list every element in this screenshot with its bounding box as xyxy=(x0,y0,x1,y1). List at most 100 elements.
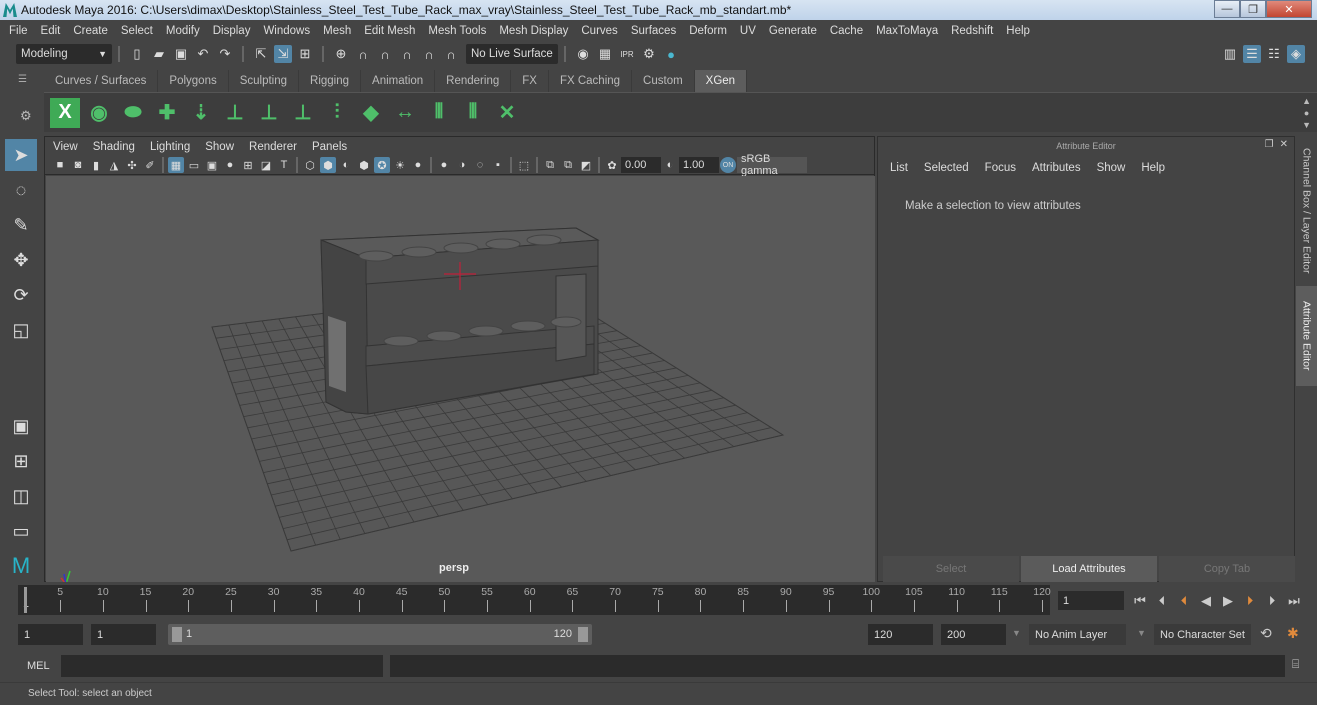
scene-start-field[interactable]: 1 xyxy=(18,624,83,645)
scale-tool-icon[interactable]: ◱ xyxy=(5,314,37,346)
play-forwards-icon[interactable]: ▶ xyxy=(1218,591,1238,610)
mel-label[interactable]: MEL xyxy=(27,660,50,672)
image-plane-icon[interactable]: ◮ xyxy=(106,157,122,173)
film-gate-icon[interactable]: ▭ xyxy=(186,157,202,173)
shelf-tab-rendering[interactable]: Rendering xyxy=(435,70,512,92)
shelf-tab-rigging[interactable]: Rigging xyxy=(299,70,362,92)
menu-curves[interactable]: Curves xyxy=(576,25,625,37)
ae-menu-help[interactable]: Help xyxy=(1141,162,1165,174)
menu-deform[interactable]: Deform xyxy=(684,25,735,37)
shelf-tab-custom[interactable]: Custom xyxy=(632,70,695,92)
range-start-handle[interactable] xyxy=(172,627,182,642)
range-end-handle[interactable] xyxy=(578,627,588,642)
mel-input[interactable] xyxy=(61,655,383,677)
hypershade-icon[interactable]: ● xyxy=(662,45,680,63)
shelf-tab-xgen[interactable]: XGen xyxy=(694,70,748,92)
snap-live-icon[interactable]: ∩ xyxy=(420,45,438,63)
playback-start-field[interactable]: 1 xyxy=(91,624,156,645)
shelf-scroll-mid-icon[interactable]: ● xyxy=(1302,107,1311,119)
exposure-field[interactable]: 0.00 xyxy=(621,157,661,173)
xgen-select-guides-icon[interactable]: ⫴ xyxy=(424,98,454,128)
xgen-lock-guides-icon[interactable]: ⊥ xyxy=(288,98,318,128)
menu-mesh[interactable]: Mesh xyxy=(318,25,359,37)
tool-settings-icon[interactable]: ☷ xyxy=(1265,45,1283,63)
go-to-start-icon[interactable]: ⏮ xyxy=(1130,591,1150,610)
xgen-delete-guides-icon[interactable]: ✕ xyxy=(492,98,522,128)
ae-menu-focus[interactable]: Focus xyxy=(985,162,1016,174)
wireframe-on-shaded-icon[interactable]: ⬢ xyxy=(356,157,372,173)
shelf-tab-fx-caching[interactable]: FX Caching xyxy=(549,70,633,92)
menu-display[interactable]: Display xyxy=(208,25,259,37)
select-hierarchy-icon[interactable]: ⇱ xyxy=(252,45,270,63)
close-button[interactable]: ✕ xyxy=(1266,0,1312,18)
render-view-icon[interactable]: ◉ xyxy=(574,45,592,63)
open-scene-icon[interactable]: ▰ xyxy=(150,45,168,63)
shelf-tab-fx[interactable]: FX xyxy=(511,70,549,92)
vp-menu-show[interactable]: Show xyxy=(205,141,234,153)
vp-menu-shading[interactable]: Shading xyxy=(93,141,135,153)
anim-layer-dropdown[interactable]: No Anim Layer xyxy=(1029,624,1126,645)
select-button[interactable]: Select xyxy=(883,556,1019,582)
ae-menu-attributes[interactable]: Attributes xyxy=(1032,162,1081,174)
exposure-icon[interactable]: ✿ xyxy=(604,157,620,173)
playback-end-field[interactable]: 120 xyxy=(868,624,933,645)
snap-point-icon[interactable]: ∩ xyxy=(376,45,394,63)
two-pane-layout-icon[interactable]: ◫ xyxy=(5,480,37,512)
shelf-settings-icon[interactable]: ⚙ xyxy=(20,108,32,124)
vp-menu-renderer[interactable]: Renderer xyxy=(249,141,297,153)
shelf-tab-animation[interactable]: Animation xyxy=(361,70,436,92)
shelf-tab-polygons[interactable]: Polygons xyxy=(158,70,229,92)
menu-cache[interactable]: Cache xyxy=(825,25,871,37)
ae-menu-selected[interactable]: Selected xyxy=(924,162,969,174)
menu-redshift[interactable]: Redshift xyxy=(946,25,1001,37)
xray-active-icon[interactable]: ⧉ xyxy=(560,157,576,173)
shadows-icon[interactable]: ● xyxy=(410,157,426,173)
current-time-marker[interactable] xyxy=(24,587,27,613)
shelf-tab-curves-surfaces[interactable]: Curves / Surfaces xyxy=(44,70,159,92)
color-management-toggle[interactable]: ON xyxy=(720,157,736,173)
undo-icon[interactable]: ↶ xyxy=(194,45,212,63)
auto-keyframe-icon[interactable]: ⟲ xyxy=(1260,625,1272,642)
xray-joints-icon[interactable]: ◩ xyxy=(578,157,594,173)
maximize-button[interactable]: ❐ xyxy=(1240,0,1266,18)
save-scene-icon[interactable]: ▣ xyxy=(172,45,190,63)
use-all-lights-icon[interactable]: ☀ xyxy=(392,157,408,173)
rotate-tool-icon[interactable]: ⟳ xyxy=(5,279,37,311)
xgen-add-guide-icon[interactable]: ✚ xyxy=(152,98,182,128)
field-chart-icon[interactable]: ⊞ xyxy=(240,157,256,173)
render-current-icon[interactable]: ▦ xyxy=(596,45,614,63)
xgen-preview-icon[interactable]: ◉ xyxy=(84,98,114,128)
select-object-icon[interactable]: ⇲ xyxy=(274,45,292,63)
persp-outliner-layout-icon[interactable]: ▭ xyxy=(5,515,37,547)
lasso-tool-icon[interactable]: ◌ xyxy=(5,174,37,206)
vp-menu-view[interactable]: View xyxy=(53,141,78,153)
go-to-end-icon[interactable]: ⏭ xyxy=(1284,591,1304,610)
gamma-field[interactable]: 1.00 xyxy=(679,157,719,173)
mode-dropdown[interactable]: Modeling ▼ xyxy=(16,44,112,64)
gamma-icon[interactable]: ◐ xyxy=(662,157,678,173)
snap-grid-icon[interactable]: ⊕ xyxy=(332,45,350,63)
animation-preferences-icon[interactable]: ✱ xyxy=(1287,625,1299,642)
live-surface-field[interactable]: No Live Surface xyxy=(466,44,558,64)
render-settings-icon[interactable]: ⚙ xyxy=(640,45,658,63)
four-pane-layout-icon[interactable]: ⊞ xyxy=(5,445,37,477)
vp-menu-panels[interactable]: Panels xyxy=(312,141,347,153)
load-attributes-button[interactable]: Load Attributes xyxy=(1021,556,1157,582)
ae-menu-list[interactable]: List xyxy=(890,162,908,174)
select-tool-icon[interactable]: ➤ xyxy=(5,139,37,171)
xgen-editor-icon[interactable]: X xyxy=(50,97,80,128)
xgen-show-guides-icon[interactable]: ⊥ xyxy=(254,98,284,128)
close-panel-icon[interactable]: ✕ xyxy=(1280,139,1288,150)
menu-mesh-tools[interactable]: Mesh Tools xyxy=(423,25,494,37)
menu-mesh-display[interactable]: Mesh Display xyxy=(494,25,576,37)
step-forward-key-icon[interactable]: ⏵ xyxy=(1240,591,1260,610)
script-editor-icon[interactable]: ⌸ xyxy=(1292,657,1299,672)
step-back-frame-icon[interactable]: ⏴ xyxy=(1152,591,1172,610)
2d-pan-zoom-icon[interactable]: ✣ xyxy=(124,157,140,173)
safe-action-icon[interactable]: ◪ xyxy=(258,157,274,173)
ae-menu-show[interactable]: Show xyxy=(1097,162,1126,174)
ambient-occlusion-icon[interactable]: ● xyxy=(436,157,452,173)
step-back-key-icon[interactable]: ⏴ xyxy=(1174,591,1194,610)
menu-generate[interactable]: Generate xyxy=(764,25,825,37)
select-component-icon[interactable]: ⊞ xyxy=(296,45,314,63)
